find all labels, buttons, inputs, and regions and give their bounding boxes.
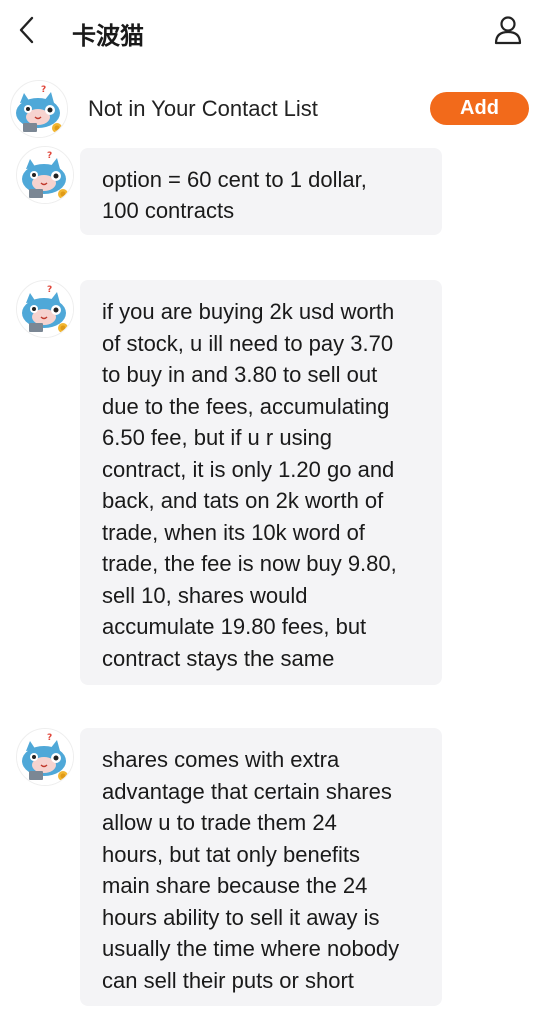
not-in-contacts-label: Not in Your Contact List	[88, 96, 318, 121]
avatar[interactable]	[16, 728, 74, 786]
contact-notice-bar: Not in Your Contact List Add	[0, 80, 540, 138]
avatar[interactable]	[16, 280, 74, 338]
person-icon	[492, 14, 524, 51]
message-bubble[interactable]: shares comes with extra advantage that c…	[80, 728, 442, 1006]
message-bubble[interactable]: if you are buying 2k usd worth of stock,…	[80, 280, 442, 685]
avatar[interactable]	[10, 80, 68, 138]
add-contact-button[interactable]: Add	[430, 92, 529, 125]
chat-title: 卡波猫	[72, 22, 144, 50]
profile-button[interactable]	[490, 14, 526, 50]
chevron-left-icon	[17, 15, 37, 50]
back-button[interactable]	[12, 14, 42, 50]
avatar[interactable]	[16, 146, 74, 204]
message-bubble[interactable]: option = 60 cent to 1 dollar, 100 contra…	[80, 148, 442, 235]
top-app-bar: 卡波猫	[0, 0, 540, 64]
